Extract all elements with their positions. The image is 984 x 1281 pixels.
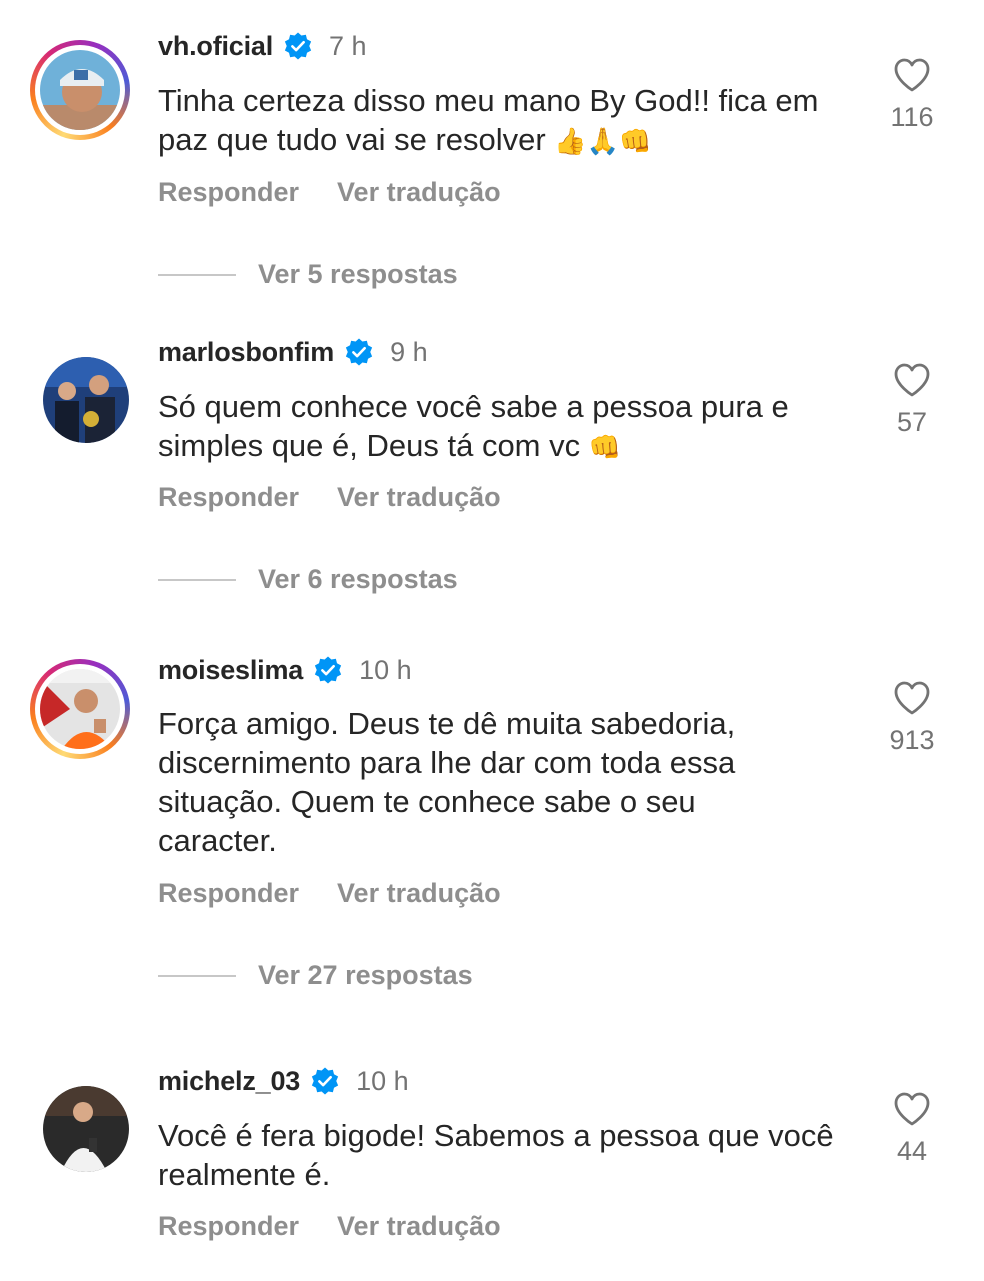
- reply-button[interactable]: Responder: [158, 1211, 299, 1242]
- view-replies-label[interactable]: Ver 27 respostas: [258, 960, 473, 991]
- comment-header: marlosbonfim 9 h: [158, 332, 428, 372]
- reply-button[interactable]: Responder: [158, 878, 299, 909]
- heart-outline-icon[interactable]: [892, 1090, 932, 1128]
- view-replies[interactable]: Ver 27 respostas: [158, 960, 473, 991]
- heart-outline-icon[interactable]: [892, 361, 932, 399]
- view-replies-label[interactable]: Ver 6 respostas: [258, 564, 458, 595]
- comment-actions: Responder Ver tradução: [158, 1211, 501, 1242]
- username[interactable]: marlosbonfim: [158, 337, 334, 368]
- verified-badge-icon: [311, 1067, 339, 1095]
- avatar[interactable]: [30, 344, 130, 444]
- comment-text: Só quem conhece você sabe a pessoa pura …: [158, 389, 789, 463]
- avatar-photo: [43, 357, 129, 443]
- comment-text: Tinha certeza disso meu mano By God!! fi…: [158, 83, 819, 157]
- emoji: 👊: [588, 433, 622, 463]
- comment-actions: Responder Ver tradução: [158, 482, 501, 513]
- comment-actions: Responder Ver tradução: [158, 177, 501, 208]
- comment-actions: Responder Ver tradução: [158, 878, 501, 909]
- like-count: 913: [889, 725, 935, 755]
- see-translation-button[interactable]: Ver tradução: [337, 878, 501, 909]
- verified-badge-icon: [314, 656, 342, 684]
- see-translation-button[interactable]: Ver tradução: [337, 482, 501, 513]
- like-count: 44: [896, 1136, 928, 1166]
- like-count: 57: [896, 407, 928, 437]
- timestamp: 7 h: [329, 30, 367, 61]
- reply-button[interactable]: Responder: [158, 177, 299, 208]
- see-translation-button[interactable]: Ver tradução: [337, 1211, 501, 1242]
- avatar-photo: [43, 1086, 129, 1172]
- like-control: 116: [880, 56, 944, 133]
- emoji: 👍🙏👊: [554, 127, 652, 157]
- avatar[interactable]: [30, 659, 130, 759]
- timestamp: 9 h: [390, 336, 428, 367]
- see-translation-button[interactable]: Ver tradução: [337, 177, 501, 208]
- comment-header: michelz_03 10 h: [158, 1061, 409, 1101]
- avatar[interactable]: [30, 1073, 130, 1173]
- view-replies-label[interactable]: Ver 5 respostas: [258, 259, 458, 290]
- timestamp: 10 h: [359, 654, 412, 685]
- heart-outline-icon[interactable]: [892, 56, 932, 94]
- username[interactable]: michelz_03: [158, 1066, 300, 1097]
- comment-header: moiseslima 10 h: [158, 650, 412, 690]
- divider: [158, 974, 236, 977]
- like-control: 57: [880, 361, 944, 438]
- timestamp: 10 h: [356, 1065, 409, 1096]
- like-count: 116: [890, 102, 934, 132]
- reply-button[interactable]: Responder: [158, 482, 299, 513]
- avatar[interactable]: [30, 40, 130, 140]
- view-replies[interactable]: Ver 5 respostas: [158, 259, 458, 290]
- comment-text: Você é fera bigode! Sabemos a pessoa que…: [158, 1118, 834, 1192]
- view-replies[interactable]: Ver 6 respostas: [158, 564, 458, 595]
- comment-header: vh.oficial 7 h: [158, 26, 367, 66]
- username[interactable]: vh.oficial: [158, 31, 273, 62]
- comment-text: Força amigo. Deus te dê muita sabedoria,…: [158, 706, 736, 858]
- verified-badge-icon: [284, 32, 312, 60]
- avatar-photo: [40, 669, 120, 749]
- username[interactable]: moiseslima: [158, 655, 303, 686]
- verified-badge-icon: [346, 338, 373, 366]
- like-control: 913: [880, 679, 944, 756]
- divider: [158, 578, 236, 581]
- heart-outline-icon[interactable]: [892, 679, 932, 717]
- divider: [158, 273, 236, 276]
- like-control: 44: [880, 1090, 944, 1167]
- avatar-photo: [40, 50, 120, 130]
